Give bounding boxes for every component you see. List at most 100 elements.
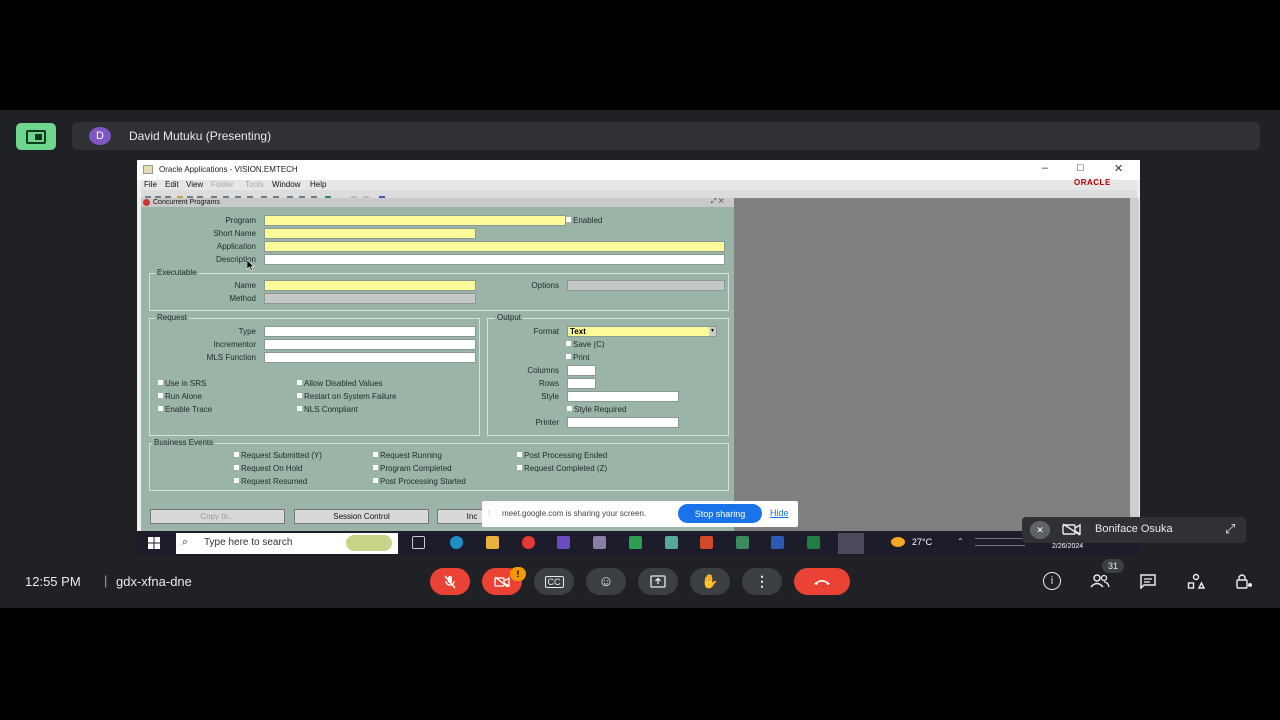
form-close-icon[interactable]	[143, 199, 150, 206]
raise-hand-button[interactable]: ✋	[690, 568, 730, 595]
enabled-checkbox[interactable]: Enabled	[566, 216, 602, 225]
weather-icon	[891, 537, 905, 547]
event-request-submitted-checkbox[interactable]: Request Submitted (Y)	[234, 451, 322, 460]
allow-disabled-values-checkbox[interactable]: Allow Disabled Values	[297, 379, 383, 388]
menu-help[interactable]: Help	[310, 180, 326, 189]
activities-icon	[1187, 573, 1205, 589]
activities-button[interactable]	[1184, 570, 1208, 592]
app-icon-gray[interactable]	[593, 536, 606, 549]
menu-tools[interactable]: Tools	[245, 180, 264, 189]
edge-icon[interactable]	[450, 536, 463, 549]
restart-on-failure-checkbox[interactable]: Restart on System Failure	[297, 392, 396, 401]
tray-chevron-icon[interactable]: ⌃	[957, 537, 964, 546]
task-view-icon[interactable]	[412, 536, 425, 549]
nls-compliant-checkbox[interactable]: NLS Compliant	[297, 405, 358, 414]
concurrent-programs-form: Concurrent Programs ⤢ ✕ Program Enabled …	[141, 198, 734, 533]
minimize-icon[interactable]: –	[1042, 162, 1048, 174]
host-controls-button[interactable]	[1232, 570, 1256, 592]
chrome-icon[interactable]	[522, 536, 535, 549]
hide-link[interactable]: Hide	[770, 508, 789, 518]
info-icon: i	[1043, 572, 1061, 590]
method-field[interactable]	[264, 293, 476, 304]
program-field[interactable]	[264, 215, 566, 226]
style-field[interactable]	[567, 391, 679, 402]
event-request-completed-checkbox[interactable]: Request Completed (Z)	[517, 464, 607, 473]
exec-name-field[interactable]	[264, 280, 476, 291]
form-window-controls-icon[interactable]: ⤢ ✕	[711, 198, 724, 206]
app-icon-green[interactable]	[629, 536, 642, 549]
format-dropdown-icon[interactable]: ▾	[709, 327, 716, 336]
session-control-button[interactable]: Session Control	[294, 509, 429, 524]
event-request-running-checkbox[interactable]: Request Running	[373, 451, 442, 460]
columns-field[interactable]	[567, 365, 596, 376]
close-icon[interactable]: ✕	[1114, 162, 1123, 175]
style-required-checkbox[interactable]: Style Required	[567, 405, 626, 414]
enabled-label: Enabled	[573, 216, 603, 225]
meeting-info-button[interactable]: i	[1040, 570, 1064, 592]
type-field[interactable]	[264, 326, 476, 337]
file-explorer-icon[interactable]	[486, 536, 499, 549]
window-scrollbar[interactable]	[1130, 198, 1139, 533]
present-button[interactable]	[638, 568, 678, 595]
mic-toggle-button[interactable]	[430, 568, 470, 595]
windows-start-icon[interactable]	[148, 537, 160, 549]
options-field[interactable]	[567, 280, 725, 291]
event-post-processing-ended-checkbox[interactable]: Post Processing Ended	[517, 451, 607, 460]
more-vert-icon: ⋮	[755, 573, 769, 589]
printer-field[interactable]	[567, 417, 679, 428]
chat-icon	[1140, 574, 1156, 589]
captions-button[interactable]: CC	[534, 568, 574, 595]
use-in-srs-label: Use in SRS	[165, 379, 207, 388]
print-checkbox[interactable]: Print	[566, 353, 589, 362]
maximize-icon[interactable]: □	[1077, 162, 1084, 174]
event-program-completed-checkbox[interactable]: Program Completed	[373, 464, 452, 473]
app-icon-purple[interactable]	[557, 536, 570, 549]
app-icon	[143, 165, 153, 174]
description-field[interactable]	[264, 254, 725, 265]
excel-icon[interactable]	[807, 536, 820, 549]
business-events-heading: Business Events	[152, 438, 216, 447]
menu-file[interactable]: File	[144, 180, 157, 189]
system-tray-icon[interactable]	[975, 538, 1025, 546]
request-heading: Request	[155, 313, 189, 322]
chat-button[interactable]	[1136, 570, 1160, 592]
powerpoint-icon[interactable]	[700, 536, 713, 549]
stop-sharing-button[interactable]: Stop sharing	[678, 504, 762, 523]
app-icon-network[interactable]	[736, 536, 749, 549]
menu-folder[interactable]: Folder	[211, 180, 234, 189]
menu-edit[interactable]: Edit	[165, 180, 179, 189]
people-button[interactable]	[1088, 570, 1112, 592]
use-in-srs-checkbox[interactable]: Use in SRS	[158, 379, 206, 388]
short-name-field[interactable]	[264, 228, 476, 239]
rows-field[interactable]	[567, 378, 596, 389]
format-select[interactable]: Text	[567, 326, 717, 337]
expand-icon[interactable]: ⤢	[1225, 521, 1235, 537]
incrementor-label: Incrementor	[213, 340, 256, 349]
event-request-resumed-checkbox[interactable]: Request Resumed	[234, 477, 307, 486]
copy-to-button[interactable]: Copy to...	[150, 509, 285, 524]
mic-off-icon: ✕	[1030, 521, 1050, 539]
event-request-on-hold-checkbox[interactable]: Request On Hold	[234, 464, 302, 473]
incrementor-field[interactable]	[264, 339, 476, 350]
word-icon[interactable]	[771, 536, 784, 549]
presenter-avatar: D	[89, 127, 111, 145]
app-icon-teal[interactable]	[665, 536, 678, 549]
application-field[interactable]	[264, 241, 725, 252]
run-alone-checkbox[interactable]: Run Alone	[158, 392, 202, 401]
rows-label: Rows	[538, 379, 559, 388]
save-label: Save (C)	[573, 340, 605, 349]
mls-function-label: MLS Function	[206, 353, 256, 362]
enable-trace-checkbox[interactable]: Enable Trace	[158, 405, 212, 414]
menu-window[interactable]: Window	[272, 180, 300, 189]
leave-call-button[interactable]	[794, 568, 850, 595]
save-checkbox[interactable]: Save (C)	[566, 340, 605, 349]
active-app-icon[interactable]	[838, 533, 864, 554]
drag-handle-icon[interactable]: ⁞	[488, 509, 490, 518]
mls-function-field[interactable]	[264, 352, 476, 363]
menu-view[interactable]: View	[186, 180, 203, 189]
event-post-processing-started-checkbox[interactable]: Post Processing Started	[373, 477, 466, 486]
more-options-button[interactable]: ⋮	[742, 568, 782, 595]
layout-toggle-icon[interactable]	[16, 123, 56, 150]
reactions-button[interactable]: ☺	[586, 568, 626, 595]
event-post-processing-started-label: Post Processing Started	[380, 477, 466, 486]
